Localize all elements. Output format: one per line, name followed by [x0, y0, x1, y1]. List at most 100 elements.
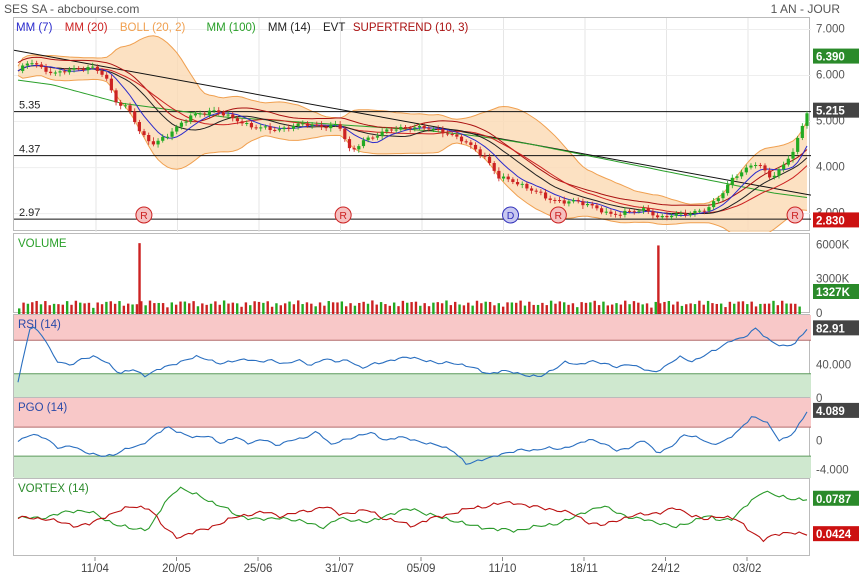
pgo-badge-bg	[813, 402, 859, 418]
volume-bar	[131, 304, 134, 314]
candle-body	[44, 67, 48, 72]
candle-body	[571, 200, 576, 202]
rsi-tick-label: 40.000	[816, 359, 851, 371]
volume-bar	[161, 303, 165, 314]
candle-body	[670, 215, 674, 218]
candle-body	[105, 74, 109, 79]
candle-body	[217, 110, 221, 113]
legend-item: MM (7)	[16, 22, 53, 34]
price-tick-label: 6.000	[816, 70, 845, 82]
volume-bar	[488, 301, 492, 314]
candle-body	[539, 191, 543, 193]
candle-body	[436, 129, 440, 131]
volume-bar	[283, 303, 287, 314]
volume-bar	[353, 305, 357, 314]
candle-body	[198, 113, 202, 115]
candle-body	[543, 192, 548, 199]
volume-bar	[515, 302, 518, 314]
volume-bar	[22, 302, 25, 314]
volume-bar	[475, 300, 479, 314]
volume-bar	[227, 303, 230, 314]
volume-bar	[440, 303, 444, 314]
candle-body	[58, 71, 62, 73]
candle-body	[287, 127, 291, 129]
volume-bar	[580, 302, 583, 314]
rsi-badge-bg	[813, 320, 859, 336]
candle-body	[613, 213, 618, 215]
event-marker-label: D	[507, 210, 515, 222]
candle-body	[361, 140, 366, 147]
volume-bar	[480, 303, 483, 314]
candle-body	[25, 63, 29, 66]
volume-bar	[750, 301, 753, 314]
candle-body	[782, 164, 786, 170]
candle-body	[567, 201, 571, 204]
candle-body	[674, 213, 678, 216]
volume-bar	[676, 301, 679, 314]
volume-spike	[138, 243, 141, 314]
volume-bar	[349, 303, 352, 314]
candle-body	[702, 210, 706, 212]
volume-bar	[549, 300, 553, 314]
candle-body	[408, 127, 412, 129]
volume-bar	[345, 306, 348, 314]
vortex-title: VORTEX (14)	[18, 483, 89, 495]
candle-body	[380, 131, 384, 137]
candle-body	[175, 126, 179, 132]
volume-bar	[266, 301, 269, 314]
volume-bar	[497, 303, 500, 314]
candle-body	[385, 129, 389, 132]
vortex-negative-line	[17, 501, 808, 543]
volume-bar	[536, 304, 540, 314]
candle-body	[450, 133, 454, 135]
candle-body	[203, 113, 207, 115]
candle-body	[109, 78, 113, 91]
volume-bar	[754, 306, 758, 314]
candle-body	[39, 64, 43, 68]
candle-body	[800, 125, 804, 138]
volume-bar	[74, 300, 78, 314]
candle-body	[151, 141, 155, 145]
volume-bar	[715, 303, 718, 314]
volume-bar	[628, 304, 631, 314]
candle-body	[49, 71, 53, 74]
volume-bar	[384, 304, 387, 314]
candle-body	[357, 146, 361, 150]
volume-bar	[685, 304, 688, 314]
candle-body	[189, 115, 193, 122]
volume-bar	[183, 301, 187, 314]
date-tick-label: 18/11	[570, 563, 598, 575]
volume-bar	[576, 307, 579, 314]
candle-body	[305, 123, 310, 126]
candle-body	[758, 165, 762, 167]
candle-body	[777, 169, 781, 176]
volume-bar	[170, 302, 173, 314]
volume-bar	[340, 301, 344, 314]
candle-body	[576, 200, 580, 202]
candle-body	[712, 201, 716, 208]
legend-item: SUPERTREND (10, 3)	[353, 22, 469, 34]
candle-body	[772, 175, 776, 178]
volume-bar	[449, 305, 453, 314]
candle-body	[688, 213, 692, 216]
candle-body	[30, 63, 34, 65]
volume-bar	[26, 303, 30, 314]
candle-body	[730, 177, 734, 185]
volume-bar	[323, 305, 326, 314]
candle-body	[529, 188, 534, 191]
rsi-chart: RSI (14)	[14, 315, 811, 399]
candle-body	[618, 214, 622, 216]
candle-body	[142, 131, 146, 136]
candle-body	[366, 137, 370, 141]
volume-bar	[288, 301, 291, 314]
candle-body	[291, 125, 296, 129]
candle-body	[716, 198, 720, 202]
candle-body	[459, 136, 464, 142]
candle-body	[235, 118, 240, 122]
volume-bar	[31, 302, 34, 314]
price-chart: 5.35 4.37 2.97 MM (7) MM (20) BOLL (20, 2) MM …	[14, 18, 811, 232]
volume-bar	[410, 302, 413, 314]
volume-bar	[680, 305, 684, 314]
volume-bar	[244, 302, 248, 314]
candle-body	[119, 102, 123, 106]
